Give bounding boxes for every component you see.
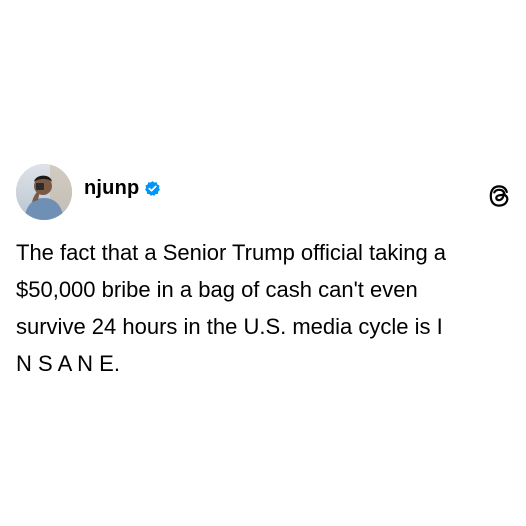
threads-icon[interactable] <box>488 184 510 208</box>
avatar-image <box>16 164 72 220</box>
threads-post-screenshot: njunp The fact that a Senior Trump offic… <box>0 0 526 526</box>
avatar[interactable] <box>16 164 72 220</box>
username-row: njunp <box>84 174 161 202</box>
username[interactable]: njunp <box>84 177 139 200</box>
post-text: The fact that a Senior Trump official ta… <box>16 240 447 376</box>
post-header: njunp <box>16 164 516 224</box>
verified-badge-icon <box>144 180 161 197</box>
